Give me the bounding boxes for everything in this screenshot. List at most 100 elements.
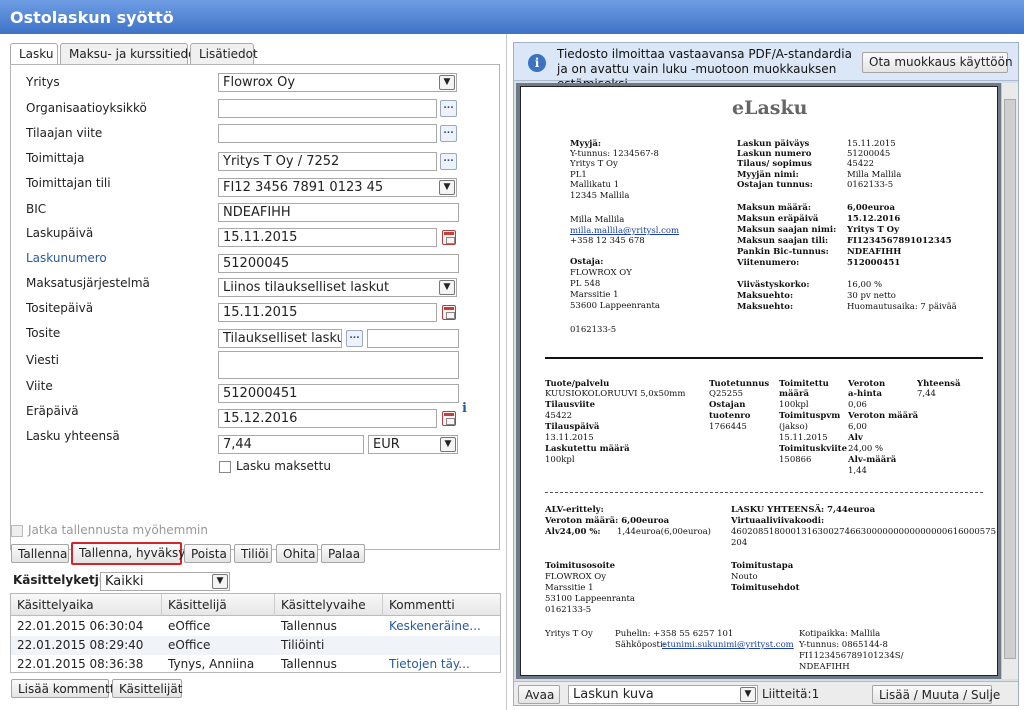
tilaajan-lookup-button[interactable]: ...: [440, 125, 457, 142]
scrollbar-thumb[interactable]: [1004, 99, 1016, 659]
item-cell: Tilausviite: [545, 400, 595, 410]
toimittaja-lookup-button[interactable]: ...: [440, 153, 457, 170]
footer-email-label: Sähköposti:: [615, 640, 666, 650]
pay-label: Maksun saajan nimi:: [737, 225, 837, 235]
tab-maksu[interactable]: Maksu- ja kurssitiedot: [60, 43, 200, 65]
tilaajan-input[interactable]: [218, 124, 437, 143]
yhteensa-input[interactable]: 7,44: [218, 435, 364, 454]
table-row[interactable]: 22.01.2015 06:30:04 eOffice Tallennus Ke…: [11, 617, 500, 636]
maksatus-select[interactable]: Liinos tilaukselliset laskut ▼: [218, 278, 457, 297]
info-icon[interactable]: i: [462, 401, 467, 416]
item-cell: Q25255: [709, 389, 744, 399]
document-select[interactable]: Laskun kuva ▼: [568, 685, 758, 704]
table-row[interactable]: 22.01.2015 08:36:38 Tynys, Anniina Talle…: [11, 655, 500, 674]
seller-line: Y-tunnus: 1234567-8: [570, 149, 659, 159]
toimittaja-input[interactable]: Yritys T Oy / 7252: [218, 152, 437, 171]
open-button[interactable]: Avaa: [518, 685, 560, 704]
viite-label: Viite: [26, 379, 53, 393]
col-header-time[interactable]: Käsittelyaika: [17, 598, 94, 612]
ohita-button[interactable]: Ohita: [276, 544, 318, 563]
chevron-down-icon[interactable]: ▼: [740, 687, 756, 702]
column-divider: [382, 594, 383, 616]
info-label: Myyjän nimi:: [737, 170, 799, 180]
col-header-handler[interactable]: Käsittelijä: [168, 598, 227, 612]
chevron-down-icon[interactable]: ▼: [439, 75, 455, 90]
tosite-input[interactable]: Tilaukselliset laskut: [218, 329, 342, 348]
vertical-scrollbar[interactable]: [1001, 83, 1018, 679]
chevron-down-icon[interactable]: ▼: [212, 574, 228, 589]
item-cell: määrä: [779, 389, 809, 399]
col-header-comment[interactable]: Kommentti: [389, 598, 455, 612]
invoice-page: eLasku Myyjä: Y-tunnus: 1234567-8 Yritys…: [520, 86, 998, 676]
item-cell: 0,06: [848, 400, 867, 410]
buyer-line: FLOWROX OY: [570, 268, 632, 278]
erapaiva-input[interactable]: 15.12.2016: [218, 409, 437, 428]
enable-editing-button[interactable]: Ota muokkaus käyttöön: [862, 52, 1013, 73]
org-label: Organisaatioyksikkö: [26, 101, 147, 115]
buyer-id: 0162133-5: [570, 325, 617, 335]
item-cell: 100kpl: [779, 400, 809, 410]
footer-email-link[interactable]: etunimi.sukunimi@yrityst.com: [662, 640, 794, 651]
item-cell: 15.11.2015: [779, 433, 828, 443]
save-approve-button[interactable]: Tallenna, hyväksy: [71, 542, 185, 565]
history-table: Käsittelyaika Käsittelijä Käsittelyvaihe…: [10, 593, 501, 673]
calendar-icon[interactable]: [442, 305, 456, 320]
handlers-button[interactable]: Käsittelijät: [112, 679, 182, 698]
item-cell: (jakso): [779, 422, 808, 432]
cell-time: 22.01.2015 08:29:40: [17, 638, 144, 652]
info-value: Milla Mallila: [847, 170, 902, 180]
delete-button[interactable]: Poista: [184, 544, 231, 563]
currency-select[interactable]: EUR ▼: [368, 435, 458, 454]
column-divider: [161, 594, 162, 616]
calendar-icon[interactable]: [442, 411, 456, 426]
cell-phase: Tallennus: [281, 619, 337, 633]
contact-email-link[interactable]: milla.mallila@yritysl.com: [570, 226, 679, 237]
buyer-heading: Ostaja:: [570, 257, 604, 267]
footer-right-line: Kotipaikka: Mallila: [799, 629, 881, 639]
item-cell: 24,00 %: [848, 444, 884, 454]
tosite-extra-input[interactable]: [367, 329, 459, 348]
tositepaiva-input[interactable]: 15.11.2015: [218, 303, 437, 322]
item-cell: 6,00: [848, 422, 867, 432]
bic-input[interactable]: NDEAFIHH: [218, 203, 459, 222]
chevron-down-icon[interactable]: ▼: [439, 180, 455, 195]
viite-input[interactable]: 512000451: [218, 384, 459, 403]
col-header-phase[interactable]: Käsittelyvaihe: [281, 598, 366, 612]
chevron-down-icon[interactable]: ▼: [439, 280, 455, 295]
tab-lasku[interactable]: Lasku: [10, 43, 58, 66]
chevron-down-icon[interactable]: ▼: [440, 437, 456, 452]
item-cell: Laskutettu määrä: [545, 444, 630, 454]
terms-value: Huomautusaika: 7 päivää: [847, 302, 957, 312]
yritys-select[interactable]: Flowrox Oy ▼: [218, 73, 457, 92]
org-input[interactable]: [218, 99, 437, 118]
tilioi-button[interactable]: Tiliöi: [234, 544, 272, 563]
org-lookup-button[interactable]: ...: [440, 100, 457, 117]
laskupaiva-input[interactable]: 15.11.2015: [218, 228, 437, 247]
kasittelyketju-select[interactable]: Kaikki ▼: [100, 572, 230, 591]
tili-select[interactable]: FI12 3456 7891 0123 45 ▼: [218, 178, 457, 197]
maksettu-label: Lasku maksettu: [236, 459, 331, 473]
laskunumero-input[interactable]: 51200045: [218, 254, 459, 273]
info-value: 51200045: [847, 149, 891, 159]
calendar-icon[interactable]: [442, 230, 456, 245]
pay-value: 512000451: [847, 258, 901, 268]
palaa-button[interactable]: Palaa: [321, 544, 365, 563]
add-modify-close-button[interactable]: Lisää / Muuta / Sulje: [872, 685, 1000, 704]
maksettu-checkbox[interactable]: [219, 461, 231, 473]
cell-comment-link[interactable]: Keskeneräine...: [389, 619, 481, 633]
save-button[interactable]: Tallenna: [11, 544, 69, 563]
cell-comment-link[interactable]: Tietojen täy...: [389, 657, 470, 671]
add-comment-button[interactable]: Lisää kommentti: [11, 679, 118, 698]
pdf-canvas[interactable]: eLasku Myyjä: Y-tunnus: 1234567-8 Yritys…: [516, 83, 1018, 679]
viesti-textarea[interactable]: [218, 351, 459, 379]
tosite-lookup-button[interactable]: ...: [346, 330, 363, 347]
tab-lisatiedot[interactable]: Lisätiedot: [190, 43, 258, 65]
currency-value: EUR: [373, 437, 400, 452]
tili-value: FI12 3456 7891 0123 45: [223, 180, 384, 195]
terms-value: 30 pv netto: [847, 291, 896, 301]
pay-label: Pankin Bic-tunnus:: [737, 247, 829, 257]
seller-line: Yritys T Oy: [570, 159, 618, 169]
jatka-checkbox[interactable]: [11, 525, 23, 537]
table-row[interactable]: 22.01.2015 08:29:40 eOffice Tiliöinti: [11, 636, 500, 655]
pay-value: 15.12.2016: [847, 214, 901, 224]
